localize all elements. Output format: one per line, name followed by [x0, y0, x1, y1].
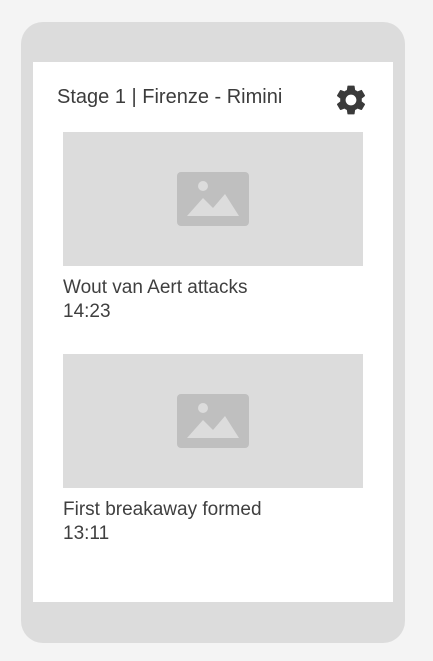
feed-item-title: First breakaway formed: [63, 499, 262, 520]
feed-item-caption: First breakaway formed 13:11: [63, 498, 363, 546]
settings-button[interactable]: [333, 82, 369, 118]
feed-item[interactable]: Wout van Aert attacks 14:23: [63, 132, 363, 324]
gear-icon: [336, 85, 366, 115]
feed-item-caption: Wout van Aert attacks 14:23: [63, 276, 363, 324]
image-placeholder-icon: [177, 172, 249, 226]
page-title: Stage 1 | Firenze - Rimini: [57, 86, 283, 108]
feed-item-title: Wout van Aert attacks: [63, 277, 248, 298]
feed-item[interactable]: First breakaway formed 13:11: [63, 354, 363, 546]
thumbnail-placeholder: [63, 354, 363, 488]
image-placeholder-icon: [177, 394, 249, 448]
app-screen: Stage 1 | Firenze - Rimini Wout van Aert…: [33, 62, 393, 602]
feed-item-time: 13:11: [63, 523, 110, 544]
app-header: Stage 1 | Firenze - Rimini: [57, 82, 371, 115]
feed-item-time: 14:23: [63, 301, 111, 322]
thumbnail-placeholder: [63, 132, 363, 266]
